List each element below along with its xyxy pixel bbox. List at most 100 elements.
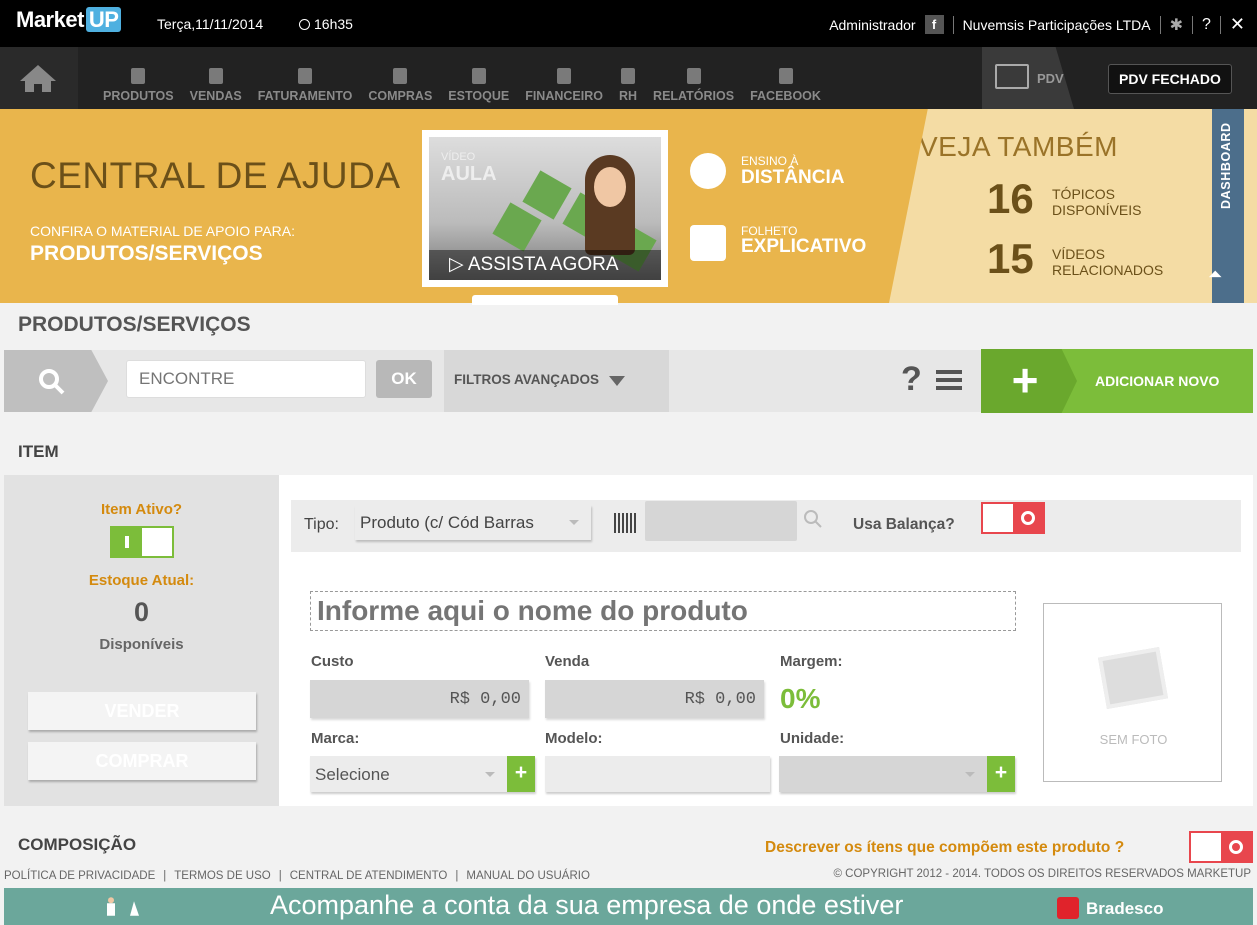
type-select[interactable]: Produto (c/ Cód Barras (355, 505, 591, 540)
link-separator: | (455, 870, 459, 882)
add-brand-button[interactable]: + (507, 756, 535, 792)
composition-toggle[interactable] (1189, 831, 1253, 863)
banner-section: PRODUTOS/SERVIÇOS (30, 242, 263, 265)
video-label-top: VÍDEO (441, 151, 476, 163)
videos-count[interactable]: 15 (987, 235, 1034, 283)
divider (1219, 15, 1221, 34)
item-active-toggle[interactable] (110, 526, 174, 558)
add-new-button[interactable]: + ADICIONAR NOVO (981, 349, 1253, 413)
terms-link[interactable]: TERMOS DE USO (174, 870, 270, 882)
search-icon (39, 369, 65, 395)
marketup-logo[interactable]: Market UP (16, 7, 122, 33)
dashboard-tab-label: DASHBOARD (1219, 122, 1233, 209)
nav-label: FATURAMENTO (257, 89, 353, 103)
chart-icon (686, 68, 701, 84)
topics-label[interactable]: TÓPICOS DISPONÍVEIS (1052, 186, 1141, 218)
nav-item-estoque[interactable]: ESTOQUE (440, 47, 517, 109)
search-ok-button[interactable]: OK (376, 360, 432, 398)
home-button[interactable] (0, 47, 78, 109)
nav-item-rh[interactable]: RH (611, 47, 645, 109)
help-icon[interactable]: ? (901, 360, 922, 399)
monitor-icon (995, 64, 1029, 89)
close-icon[interactable]: ✕ (1230, 14, 1245, 35)
search-toolbar: OK FILTROS AVANÇADOS ? + ADICIONAR NOVO (4, 349, 1253, 413)
product-photo-box[interactable]: SEM FOTO (1043, 603, 1222, 782)
support-link[interactable]: CENTRAL DE ATENDIMENTO (290, 870, 448, 882)
search-input[interactable] (126, 360, 366, 398)
time-text: 16h35 (314, 16, 353, 32)
advanced-filters-label: FILTROS AVANÇADOS (454, 372, 599, 387)
composition-question: Descrever os ítens que compõem este prod… (765, 839, 1125, 856)
pdv-status-badge[interactable]: PDV FECHADO (1108, 64, 1232, 94)
main-nav: PRODUTOS VENDAS FATURAMENTO COMPRAS ESTO… (0, 47, 1257, 109)
bradesco-ad-banner[interactable]: Acompanhe a conta da sua empresa de onde… (4, 888, 1253, 925)
presenter-face (594, 167, 626, 207)
calculator-icon (557, 68, 572, 84)
toggle-on-knob (112, 528, 142, 556)
available-label: Disponíveis (99, 636, 184, 653)
hexagon-decoration (492, 202, 542, 252)
brochure-link[interactable]: FOLHETO EXPLICATIVO (690, 221, 890, 265)
play-icon: ▷ (449, 254, 468, 275)
scale-toggle[interactable] (981, 502, 1045, 534)
brand-select[interactable]: Selecione + (310, 756, 535, 792)
book-icon (690, 225, 726, 261)
video-lesson-card[interactable]: VÍDEO AULA ▷ ASSISTA AGORA (422, 130, 668, 287)
item-form-panel: Item Ativo? Estoque Atual: 0 Disponíveis… (4, 475, 1253, 806)
photo-placeholder-icon (1097, 647, 1169, 709)
nav-item-relatorios[interactable]: RELATÓRIOS (645, 47, 742, 109)
link-separator: | (163, 870, 167, 882)
help-icon[interactable]: ? (1202, 16, 1211, 34)
distance-learning-link[interactable]: ENSINO À DISTÂNCIA (690, 149, 870, 193)
privacy-link[interactable]: POLÍTICA DE PRIVACIDADE (4, 870, 155, 882)
cost-input[interactable] (310, 680, 529, 718)
product-name-input[interactable] (310, 591, 1016, 631)
unit-select[interactable]: + (779, 756, 1015, 792)
barcode-input[interactable] (645, 501, 797, 541)
collapse-up-icon[interactable]: ⏶ (1208, 264, 1230, 286)
banner-tab[interactable] (472, 295, 618, 305)
link-big-text: EXPLICATIVO (741, 236, 867, 257)
buy-button[interactable]: COMPRAR (28, 742, 256, 780)
logo-text: Market (16, 7, 84, 32)
add-unit-button[interactable]: + (987, 756, 1015, 792)
play-bar[interactable]: ▷ ASSISTA AGORA (429, 250, 661, 280)
unit-label: Unidade: (780, 730, 845, 747)
nav-item-vendas[interactable]: VENDAS (182, 47, 250, 109)
nav-item-compras[interactable]: COMPRAS (360, 47, 440, 109)
gear-icon[interactable]: ✱ (1170, 15, 1183, 35)
nav-item-facebook[interactable]: FACEBOOK (742, 47, 829, 109)
advanced-filters-toggle[interactable]: FILTROS AVANÇADOS (454, 372, 625, 387)
nav-item-financeiro[interactable]: FINANCEIRO (517, 47, 611, 109)
list-menu-icon[interactable] (936, 370, 962, 394)
facebook-icon[interactable]: f (924, 15, 944, 34)
manual-link[interactable]: MANUAL DO USUÁRIO (466, 870, 590, 882)
topics-count[interactable]: 16 (987, 175, 1034, 223)
help-banner: CENTRAL DE AJUDA CONFIRA O MATERIAL DE A… (0, 109, 1257, 305)
arrow-down-icon (609, 376, 625, 386)
stock-value: 0 (133, 597, 150, 627)
company-name[interactable]: Nuvemsis Participações LTDA (963, 17, 1151, 33)
topics-label-line2: DISPONÍVEIS (1052, 202, 1142, 218)
divider (1159, 15, 1161, 34)
user-name[interactable]: Administrador (829, 17, 915, 33)
nav-item-faturamento[interactable]: FATURAMENTO (250, 47, 361, 109)
sell-button[interactable]: VENDER (28, 692, 256, 730)
margin-label: Margem: (780, 653, 843, 670)
search-icon[interactable] (803, 509, 823, 529)
search-icon-block[interactable] (4, 350, 108, 412)
pdv-button[interactable]: PDV (982, 47, 1074, 109)
bradesco-label: Bradesco (1086, 899, 1164, 918)
videos-label[interactable]: VÍDEOS RELACIONADOS (1052, 246, 1163, 278)
video-label-bottom: AULA (441, 163, 497, 185)
sale-input[interactable] (545, 680, 764, 718)
nav-item-produtos[interactable]: PRODUTOS (95, 47, 182, 109)
person-icon (621, 68, 636, 84)
margin-value: 0% (780, 683, 821, 714)
scale-label: Usa Balança? (853, 516, 955, 533)
model-input[interactable] (545, 756, 770, 792)
stock-label: Estoque Atual: (88, 572, 195, 589)
link-small-text: ENSINO À (741, 154, 799, 168)
chevron-down-icon (965, 772, 975, 777)
play-label: ASSISTA AGORA (467, 254, 619, 275)
